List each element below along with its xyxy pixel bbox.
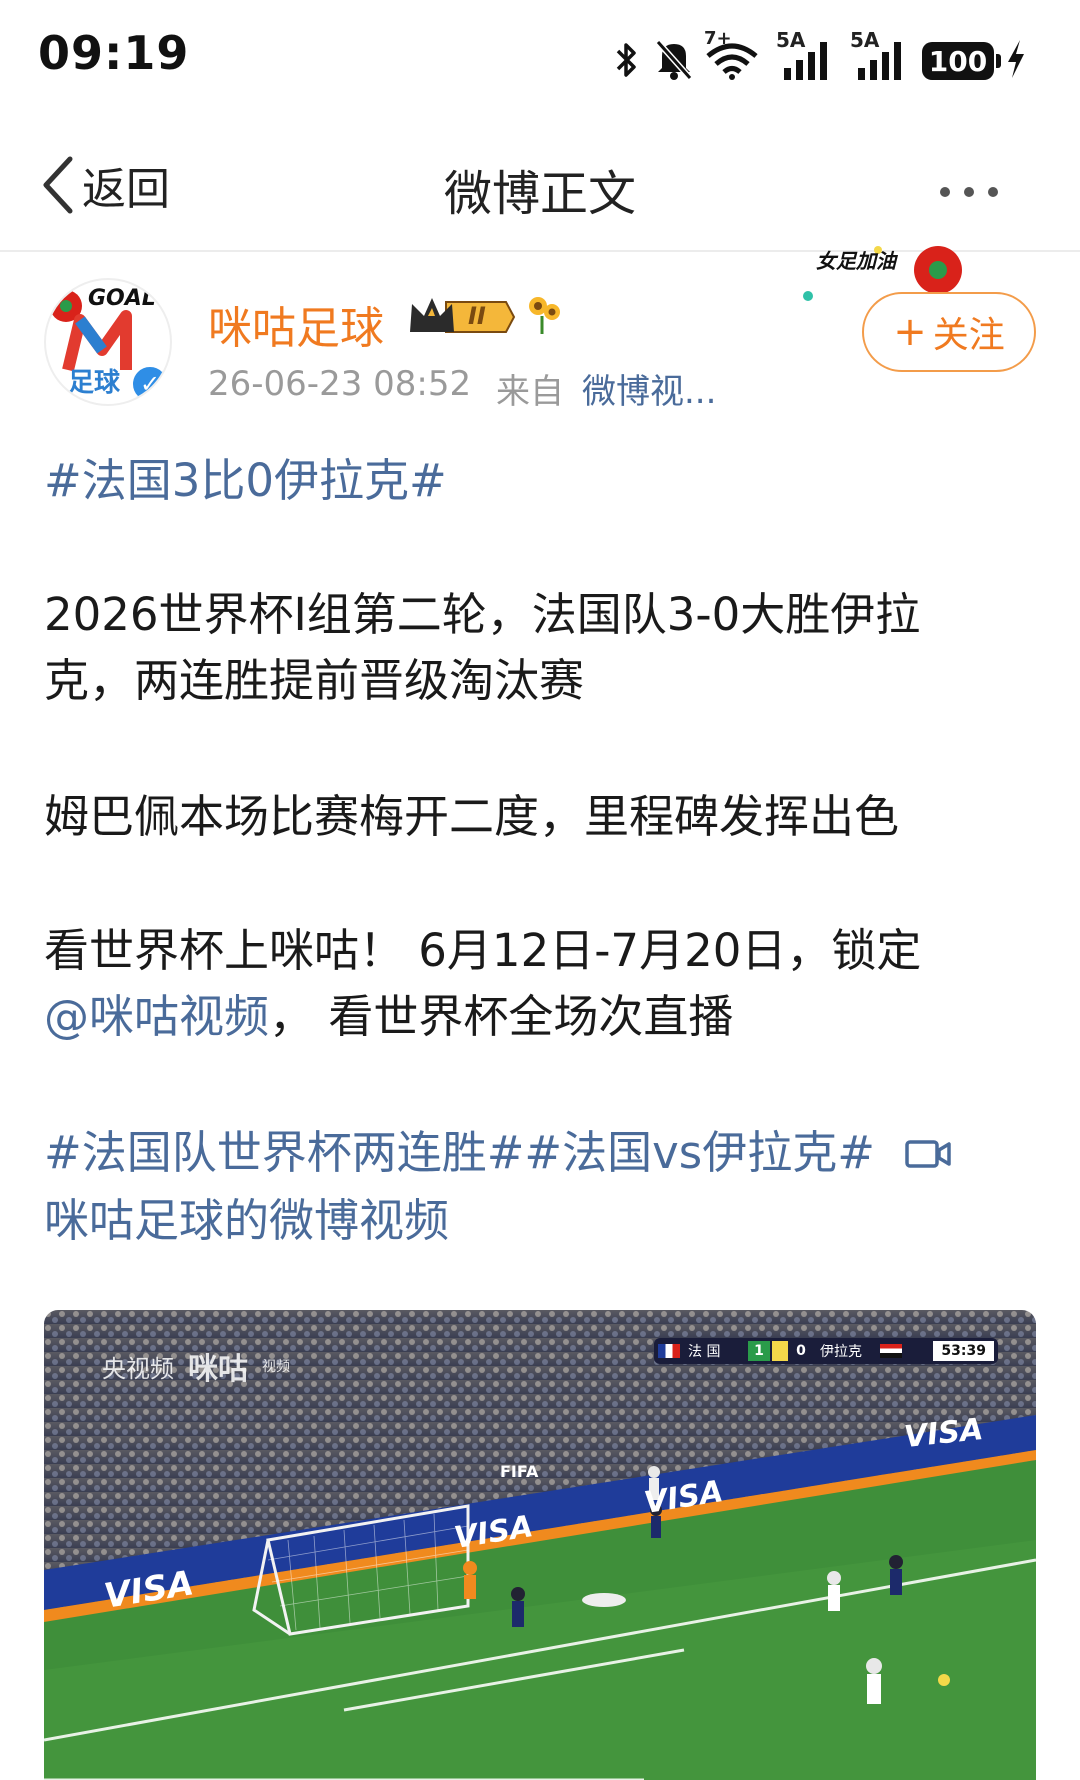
- follow-button[interactable]: + 关注: [862, 292, 1036, 372]
- bluetooth-icon: [612, 34, 642, 80]
- more-dots-icon: [940, 187, 950, 197]
- migu-watermark: 咪咕: [188, 1352, 248, 1387]
- video-link[interactable]: 咪咕足球的微博视频: [44, 1188, 1044, 1254]
- charging-icon: [1004, 34, 1028, 80]
- battery-icon: 100: [922, 34, 1001, 80]
- sunflower-icon: [524, 292, 564, 336]
- hashtag-link[interactable]: #法国3比0伊拉克#: [44, 448, 1044, 514]
- fifa-board-text: FIFA: [500, 1462, 539, 1481]
- sticker-text: 女足加油: [816, 249, 896, 273]
- plus-icon: +: [893, 309, 927, 355]
- hashtag-link[interactable]: #法国队世界杯两连胜##法国vs伊拉克#: [44, 1126, 875, 1179]
- vip-crown-badge: II: [406, 294, 516, 340]
- author-avatar[interactable]: GOAL 足球 ✓: [44, 278, 172, 406]
- cctv-video-watermark: 央视频: [102, 1354, 174, 1383]
- post-from-label: 来自: [496, 372, 564, 412]
- signal-icon: 5A: [850, 28, 910, 80]
- post-paragraph: 姆巴佩本场比赛梅开二度，里程碑发挥出色: [44, 790, 900, 843]
- video-player[interactable]: VISA VISA VISA VISA FIFA 央视频 咪咕 视频 法 国 1…: [44, 1310, 1036, 1780]
- wifi-label: 7+: [704, 28, 732, 49]
- post-source-link[interactable]: 微博视...: [582, 364, 716, 413]
- battery-level: 100: [922, 42, 994, 80]
- post-paragraph-line: 克，两连胜提前晋级淘汰赛: [44, 654, 585, 707]
- status-time: 09:19: [38, 26, 190, 80]
- crown-icon: [410, 298, 516, 333]
- match-clock: 53:39: [933, 1341, 994, 1361]
- migu-watermark-sub: 视频: [262, 1359, 290, 1375]
- nav-bar: 返回 微博正文: [0, 110, 1080, 252]
- post-paragraph-line: 2026世界杯I组第二轮，法国队3-0大胜伊拉: [44, 588, 921, 641]
- post-time: 26-06-23 08:52: [208, 364, 472, 404]
- wifi-icon: 7+: [704, 28, 760, 80]
- signal-icon: 5A: [776, 28, 836, 80]
- team1-name: 法 国: [688, 1344, 721, 1360]
- video-camera-icon: [905, 1140, 951, 1168]
- signal1-label: 5A: [776, 28, 806, 52]
- mute-bell-icon: [654, 34, 694, 80]
- broadcast-watermark: 央视频 咪咕 视频: [102, 1344, 290, 1388]
- signal2-label: 5A: [850, 28, 880, 52]
- status-bar: 09:19 7+ 5A 5A 100: [0, 0, 1080, 110]
- avatar-goal-text: GOAL: [88, 286, 156, 311]
- post-text-span: ， 看世界杯全场次直播: [269, 990, 734, 1043]
- team1-score: 1: [748, 1341, 770, 1361]
- avatar-football-text: 足球: [68, 368, 121, 398]
- team2-score: 0: [796, 1343, 806, 1359]
- scoreboard: 法 国 1 0 伊拉克 53:39: [654, 1338, 998, 1364]
- author-name[interactable]: 咪咕足球: [208, 292, 384, 356]
- vip-level: II: [468, 302, 486, 330]
- iraq-flag-icon: [880, 1344, 902, 1358]
- page-title: 微博正文: [443, 166, 636, 222]
- follow-label: 关注: [932, 315, 1005, 356]
- mention-link[interactable]: @咪咕视频: [44, 990, 269, 1043]
- trophy-icon: [772, 1341, 788, 1361]
- verified-icon: ✓: [130, 364, 170, 404]
- france-flag-icon: [658, 1344, 680, 1358]
- hashtags-line: #法国队世界杯两连胜##法国vs伊拉克#: [44, 1120, 1044, 1186]
- post-paragraph-line: 看世界杯上咪咕！ 6月12日-7月20日，锁定: [44, 924, 922, 977]
- team2-name: 伊拉克: [820, 1344, 862, 1360]
- more-options-button[interactable]: [940, 172, 1030, 212]
- post-paragraph-line: @咪咕视频， 看世界杯全场次直播: [44, 984, 1044, 1050]
